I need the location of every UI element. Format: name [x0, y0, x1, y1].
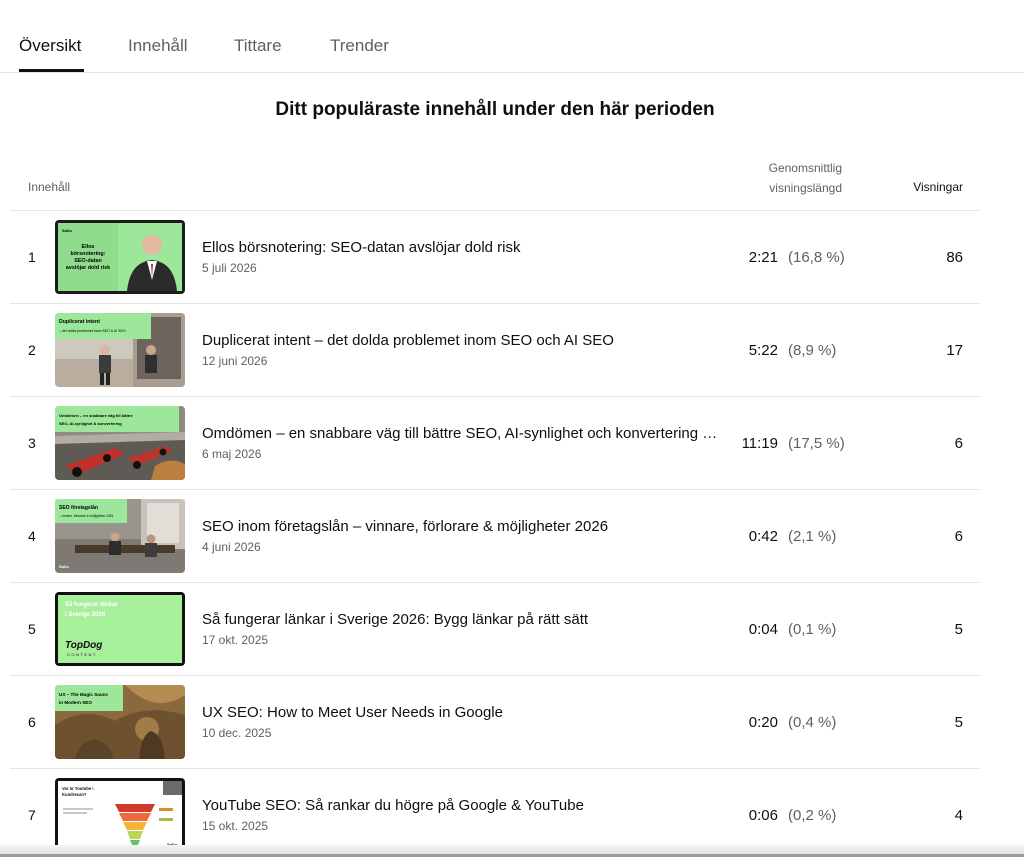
row-rank: 3 — [28, 435, 36, 451]
avg-view-percent: (0,4 %) — [788, 714, 837, 731]
row-rank: 6 — [28, 714, 36, 730]
video-thumbnail[interactable]: UX – The Magic Sauce in Modern SEO — [55, 685, 185, 759]
avg-view-percent: (0,2 %) — [788, 807, 837, 824]
row-rank: 2 — [28, 342, 36, 358]
avg-view-percent: (16,8 %) — [788, 249, 845, 266]
avg-view-duration: 0:04 — [748, 621, 778, 638]
avg-view-duration: 0:20 — [748, 714, 778, 731]
thumb-text: avslöjar dold risk — [66, 265, 110, 271]
table-row[interactable]: 5 Så fungerar länkar i Sverige 2026 TopD… — [10, 583, 980, 676]
column-header-views[interactable]: Visningar — [860, 180, 963, 194]
tab-innehall[interactable]: Innehåll — [128, 36, 188, 56]
publish-date: 6 maj 2026 — [202, 447, 262, 461]
video-title[interactable]: YouTube SEO: Så rankar du högre på Googl… — [202, 797, 727, 814]
avg-view-duration: 2:21 — [748, 249, 778, 266]
video-title[interactable]: Duplicerat intent – det dolda problemet … — [202, 332, 727, 349]
avg-view-duration: 5:22 — [748, 342, 778, 359]
section-title: Ditt populäraste innehåll under den här … — [275, 99, 715, 120]
avg-view-percent: (0,1 %) — [788, 621, 837, 638]
thumb-text: in Modern SEO — [59, 700, 92, 705]
video-title[interactable]: Så fungerar länkar i Sverige 2026: Bygg … — [202, 611, 727, 628]
publish-date: 10 dec. 2025 — [202, 726, 272, 740]
thumb-text: UX – The Magic Sauce — [59, 692, 108, 697]
video-thumbnail[interactable]: Omdömen – en snabbare väg till bättre SE… — [55, 406, 185, 480]
publish-date: 12 juni 2026 — [202, 354, 268, 368]
avg-view-duration: 11:19 — [741, 435, 778, 452]
thumb-text: SEO företagslån — [59, 504, 98, 511]
thumb-text: Duplicerat intent — [59, 319, 100, 325]
row-rank: 5 — [28, 621, 36, 637]
publish-date: 17 okt. 2025 — [202, 633, 269, 647]
tab-trender[interactable]: Trender — [330, 36, 389, 56]
thumb-text: Var är Youtube i — [62, 786, 94, 791]
column-header-content: Innehåll — [28, 180, 71, 194]
table-row[interactable]: 1 Sollo Ellos börsnotering: SEO-datan av… — [10, 211, 980, 304]
thumb-logo-text: TopDog — [65, 640, 102, 651]
video-thumbnail[interactable]: Duplicerat intent – det dolda problemet … — [55, 313, 185, 387]
thumb-text: – det dolda problemet inom SEO & AI SEO — [59, 329, 126, 333]
publish-date: 4 juni 2026 — [202, 540, 261, 554]
thumb-text: Omdömen – en snabbare väg till bättre — [59, 413, 134, 418]
video-thumbnail[interactable]: Så fungerar länkar i Sverige 2026 TopDog… — [55, 592, 185, 666]
table-row[interactable]: 6 UX – The Magic Sauce in Modern SEO UX … — [10, 676, 980, 769]
video-title[interactable]: Omdömen – en snabbare väg till bättre SE… — [202, 425, 727, 442]
view-count: 4 — [954, 807, 963, 824]
publish-date: 5 juli 2026 — [202, 261, 257, 275]
video-thumbnail[interactable]: Var är Youtube i Kundresan? Sollo — [55, 778, 185, 852]
svg-text:Sollo: Sollo — [62, 228, 72, 233]
view-count: 6 — [954, 528, 963, 545]
video-thumbnail[interactable]: Sollo Ellos börsnotering: SEO-datan avsl… — [55, 220, 185, 294]
avg-view-percent: (2,1 %) — [788, 528, 837, 545]
view-count: 17 — [946, 342, 963, 359]
publish-date: 15 okt. 2025 — [202, 819, 269, 833]
thumb-text: i Sverige 2026 — [65, 612, 106, 618]
active-tab-indicator — [19, 69, 84, 72]
bottom-scroll-edge — [0, 845, 1024, 857]
video-title[interactable]: Ellos börsnotering: SEO-datan avslöjar d… — [202, 239, 727, 256]
table-row[interactable]: 2 Duplicerat intent – det dolda probleme… — [10, 304, 980, 397]
video-title[interactable]: SEO inom företagslån – vinnare, förlorar… — [202, 518, 727, 535]
avg-view-percent: (17,5 %) — [788, 435, 845, 452]
row-rank: 7 — [28, 807, 36, 823]
thumb-text: börsnotering: — [70, 251, 105, 257]
video-thumbnail[interactable]: SEO företagslån – vinnare, förlorare & m… — [55, 499, 185, 573]
column-header-avg-duration[interactable]: Genomsnittlig visningslängd — [700, 158, 842, 198]
row-rank: 4 — [28, 528, 36, 544]
tab-tittare[interactable]: Tittare — [234, 36, 282, 56]
view-count: 6 — [954, 435, 963, 452]
table-row[interactable]: 4 SEO företagslån – vinnare, förlorare &… — [10, 490, 980, 583]
view-count: 5 — [954, 714, 963, 731]
tab-oversikt[interactable]: Översikt — [19, 36, 81, 56]
avg-view-duration: 0:42 — [748, 528, 778, 545]
thumb-text: SEO, AI-synlighet & konvertering — [59, 421, 122, 426]
svg-text:Sollo: Sollo — [59, 564, 69, 569]
column-header-avg-line2: visningslängd — [769, 181, 842, 195]
thumb-text: SEO-datan — [74, 258, 102, 264]
thumb-text: Kundresan? — [62, 792, 87, 797]
avg-view-percent: (8,9 %) — [788, 342, 837, 359]
column-header-avg-line1: Genomsnittlig — [768, 161, 842, 175]
view-count: 5 — [954, 621, 963, 638]
video-title[interactable]: UX SEO: How to Meet User Needs in Google — [202, 704, 727, 721]
table-row[interactable]: 7 Var är Youtube i Kundresan? Sollo YouT… — [10, 769, 980, 857]
thumb-logo-text: CONTENT — [67, 652, 97, 657]
row-rank: 1 — [28, 249, 36, 265]
view-count: 86 — [946, 249, 963, 266]
thumb-text: – vinnare, förlorare & möjligheter 2026 — [59, 514, 113, 518]
tab-bar: Översikt Innehåll Tittare Trender — [0, 0, 1024, 73]
table-row[interactable]: 3 Omdömen – en snabbare väg till bättre … — [10, 397, 980, 490]
thumb-text: Så fungerar länkar — [65, 601, 118, 608]
thumb-text: Ellos — [82, 244, 95, 250]
avg-view-duration: 0:06 — [748, 807, 778, 824]
